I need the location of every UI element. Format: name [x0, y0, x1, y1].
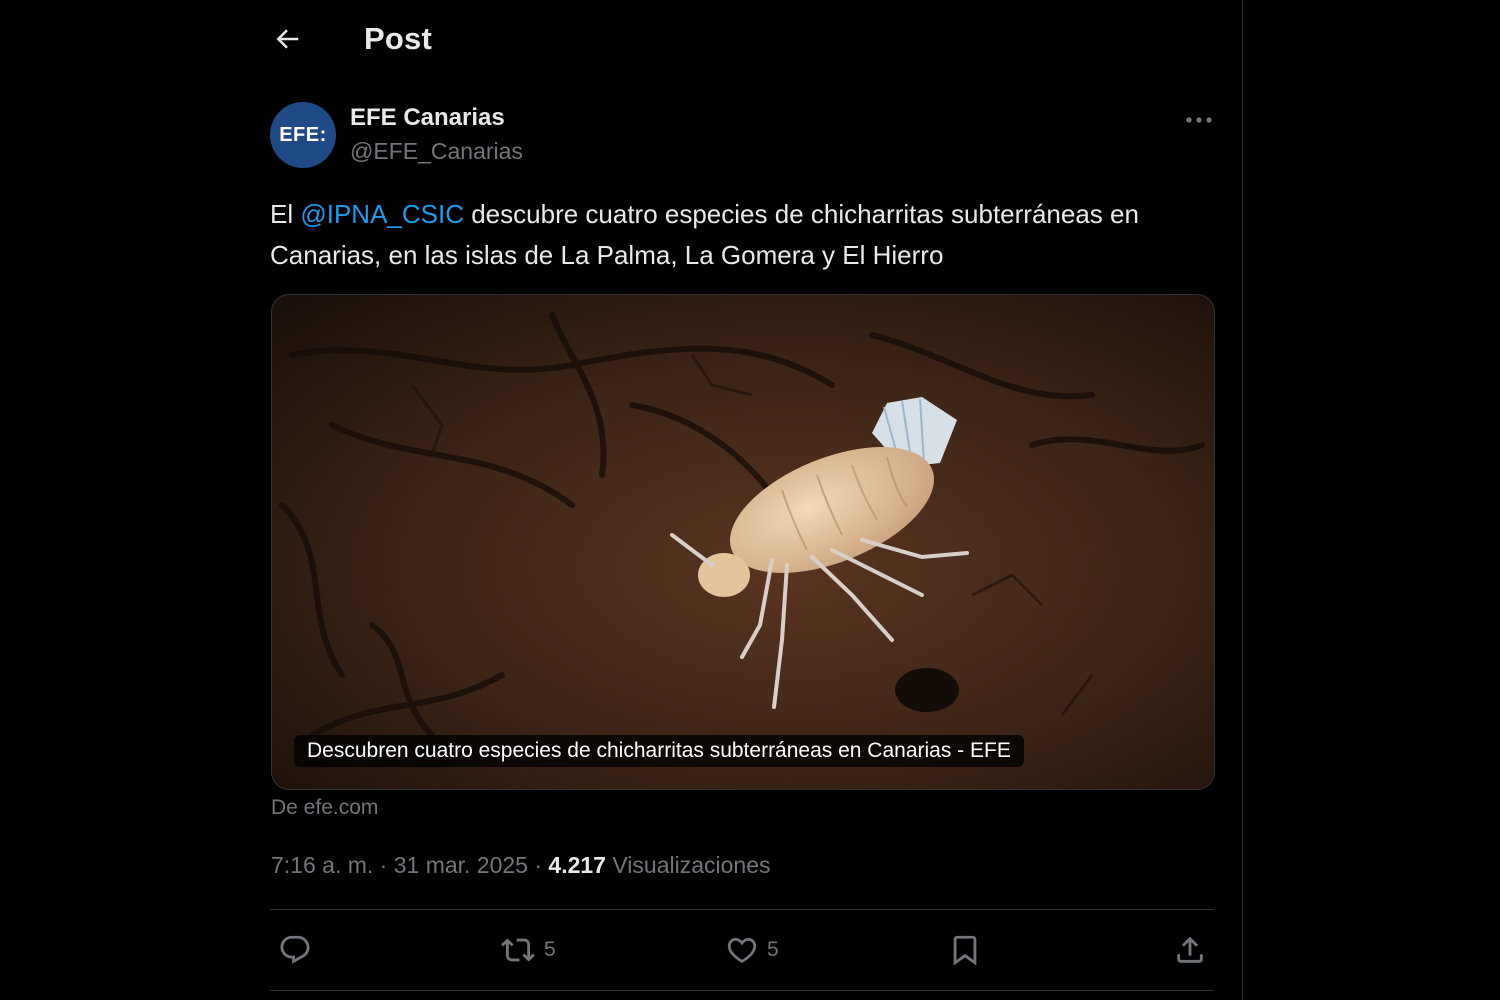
card-image [272, 295, 1214, 789]
avatar-label: EFE: [279, 123, 327, 146]
post-timestamp[interactable]: 7:16 a. m. · 31 mar. 2025 · [271, 852, 548, 878]
avatar[interactable]: EFE: [270, 102, 336, 168]
reply-button[interactable] [278, 930, 320, 970]
card-source-link[interactable]: De efe.com [271, 796, 378, 820]
views-count: 4.217 [548, 852, 606, 878]
page-title: Post [364, 21, 432, 56]
like-count: 5 [767, 938, 779, 961]
more-horizontal-icon [1186, 117, 1212, 123]
share-icon [1177, 936, 1203, 963]
bookmark-button[interactable] [948, 930, 982, 970]
heart-icon [727, 937, 757, 963]
like-button[interactable]: 5 [725, 930, 779, 970]
divider [270, 909, 1214, 910]
reply-icon [280, 935, 310, 964]
card-caption: Descubren cuatro especies de chicharrita… [294, 735, 1024, 767]
views-label: Visualizaciones [605, 852, 771, 878]
column-divider [1242, 0, 1243, 1000]
repost-button[interactable]: 5 [500, 930, 556, 970]
mention-link[interactable]: @IPNA_CSIC [300, 199, 464, 229]
post-meta: 7:16 a. m. · 31 mar. 2025 · 4.217 Visual… [271, 852, 771, 879]
tweet-text: El @IPNA_CSIC descubre cuatro especies d… [270, 194, 1210, 276]
link-card[interactable]: Descubren cuatro especies de chicharrita… [271, 294, 1215, 790]
share-button[interactable] [1173, 930, 1207, 970]
divider [270, 990, 1214, 991]
bookmark-icon [953, 935, 977, 966]
arrow-left-icon [276, 29, 299, 49]
repost-count: 5 [544, 938, 556, 961]
author-handle[interactable]: @EFE_Canarias [350, 138, 523, 165]
tweet-text-start: El [270, 199, 301, 229]
author-name[interactable]: EFE Canarias [350, 104, 505, 132]
back-button[interactable] [266, 20, 308, 58]
more-options-button[interactable] [1178, 104, 1220, 136]
repost-icon [501, 938, 535, 962]
